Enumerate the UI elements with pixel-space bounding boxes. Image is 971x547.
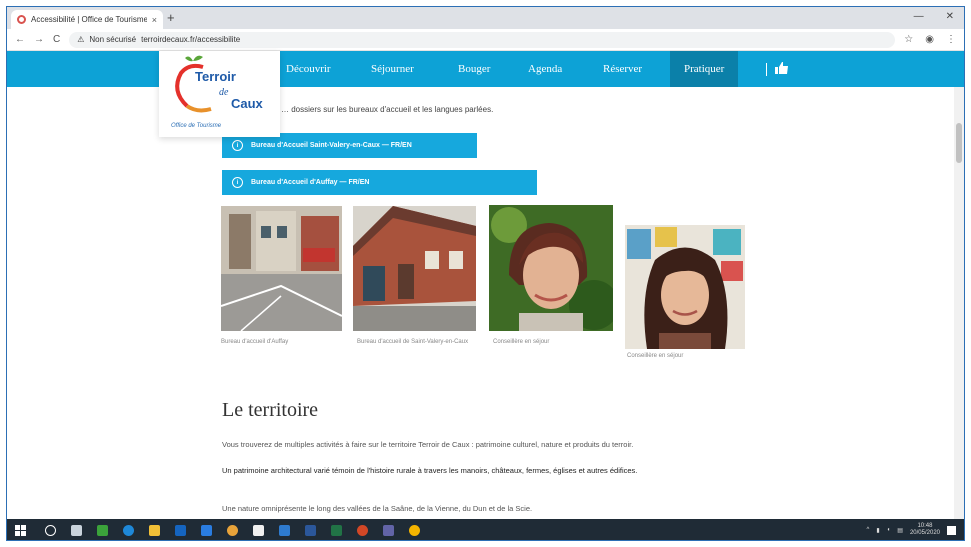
search-icon[interactable] <box>45 525 56 536</box>
bookmark-star-icon[interactable]: ☆ <box>904 34 913 45</box>
mail-icon[interactable] <box>175 525 186 536</box>
nav-item-agenda[interactable]: Agenda <box>528 51 562 87</box>
menu-icon[interactable]: ⋮ <box>946 34 956 45</box>
page-scrollbar[interactable] <box>954 87 964 519</box>
territory-paragraph-3: Une nature omniprésente le long des vall… <box>222 504 533 513</box>
logo-text-line2: de <box>219 87 229 98</box>
address-bar-row: ← → C ⚠ Non sécurisé terroirdecaux.fr/ac… <box>7 29 964 51</box>
office-button-2-label: Bureau d'Accueil d'Auffay — FR/EN <box>251 179 370 186</box>
language-icon[interactable]: ▤ <box>897 527 903 534</box>
section-heading: Le territoire <box>222 399 319 421</box>
new-tab-button[interactable]: + <box>167 10 175 25</box>
screen: Accessibilité | Office de Tourisme × + —… <box>6 6 965 541</box>
photo-caption-2: Bureau d'accueil de Saint-Valery-en-Caux <box>357 339 469 345</box>
close-window-button[interactable]: ✕ <box>946 11 954 22</box>
task-view-icon[interactable] <box>71 525 82 536</box>
nav-item-sejourner[interactable]: Séjourner <box>371 51 414 87</box>
windows-start-icon[interactable] <box>15 525 26 536</box>
tab-title: Accessibilité | Office de Tourisme <box>31 15 147 24</box>
logo-tagline: Office de Tourisme <box>171 123 222 129</box>
word-icon[interactable] <box>305 525 316 536</box>
warning-icon: ⚠ <box>77 35 85 44</box>
forward-button[interactable]: → <box>34 34 44 45</box>
nav-item-pratiquer[interactable]: Pratiquer <box>670 51 739 87</box>
info-icon: i <box>232 177 243 188</box>
app-icon[interactable] <box>357 525 368 536</box>
excel-icon[interactable] <box>331 525 342 536</box>
system-tray: ^ ▮ ◖ ▤ 10:48 20/05/2020 <box>867 523 956 537</box>
back-button[interactable]: ← <box>15 34 25 45</box>
tab-close-icon[interactable]: × <box>152 15 157 25</box>
thumbs-up-icon[interactable] <box>775 62 789 74</box>
chrome-icon[interactable] <box>227 525 238 536</box>
clock[interactable]: 10:48 20/05/2020 <box>910 523 940 537</box>
site-navigation: Découvrir Séjourner Bouger Agenda Réserv… <box>7 51 964 87</box>
site-logo[interactable]: Terroir de Caux Office de Tourisme <box>159 51 280 137</box>
leaf-icon <box>193 55 203 61</box>
intro-text: … dossiers sur les bureaux d'accueil et … <box>281 105 494 114</box>
logo-text-line1: Terroir <box>195 69 236 84</box>
info-icon: i <box>232 140 243 151</box>
url-prefix: Non sécurisé <box>89 35 137 44</box>
photo-caption-3: Conseillère en séjour <box>493 339 550 345</box>
os-taskbar: ^ ▮ ◖ ▤ 10:48 20/05/2020 <box>7 519 964 540</box>
chevron-up-icon[interactable]: ^ <box>867 527 870 533</box>
favicon-icon <box>17 15 26 24</box>
nav-item-decouvrir[interactable]: Découvrir <box>286 51 331 87</box>
store-icon[interactable] <box>253 525 264 536</box>
nav-item-bouger[interactable]: Bouger <box>458 51 490 87</box>
office-button-1-label: Bureau d'Accueil Saint-Valery-en-Caux — … <box>251 142 412 149</box>
reload-button[interactable]: C <box>53 34 60 45</box>
territory-paragraph-2: Un patrimoine architectural varié témoin… <box>222 466 638 475</box>
profile-icon[interactable]: ◉ <box>925 34 934 45</box>
app-icon[interactable] <box>409 525 420 536</box>
network-icon[interactable]: ▮ <box>876 527 879 534</box>
logo-text-line3: Caux <box>231 96 264 111</box>
browser-tab[interactable]: Accessibilité | Office de Tourisme × <box>11 10 163 29</box>
territory-paragraph-1: Vous trouverez de multiples activités à … <box>222 440 634 449</box>
clock-time: 10:48 <box>917 523 933 529</box>
nav-separator <box>766 63 767 76</box>
app-icon[interactable] <box>201 525 212 536</box>
photo-office-saint-valery <box>353 206 476 331</box>
teams-icon[interactable] <box>383 525 394 536</box>
photo-advisor-2 <box>625 225 745 349</box>
photo-advisor-1 <box>489 205 613 331</box>
clock-date: 20/05/2020 <box>909 530 940 536</box>
file-explorer-icon[interactable] <box>149 525 160 536</box>
volume-icon[interactable]: ◖ <box>887 527 891 533</box>
browser-tabbar: Accessibilité | Office de Tourisme × + —… <box>7 7 964 29</box>
app-icon[interactable] <box>279 525 290 536</box>
nav-item-reserver[interactable]: Réserver <box>603 51 642 87</box>
photo-caption-4: Conseillère en séjour <box>627 353 684 359</box>
notification-icon[interactable] <box>947 525 956 535</box>
photo-caption-1: Bureau d'accueil d'Auffay <box>221 339 289 345</box>
photo-office-auffay <box>221 206 342 331</box>
edge-icon[interactable] <box>123 525 134 536</box>
office-button-2[interactable]: i Bureau d'Accueil d'Auffay — FR/EN <box>222 170 537 195</box>
url-text: terroirdecaux.fr/accessibilite <box>141 35 241 44</box>
url-field[interactable]: ⚠ Non sécurisé terroirdecaux.fr/accessib… <box>69 31 896 48</box>
scrollbar-thumb[interactable] <box>956 123 962 163</box>
app-icon[interactable] <box>97 525 108 536</box>
window-controls: — ✕ <box>914 11 954 22</box>
minimize-button[interactable]: — <box>914 11 924 22</box>
